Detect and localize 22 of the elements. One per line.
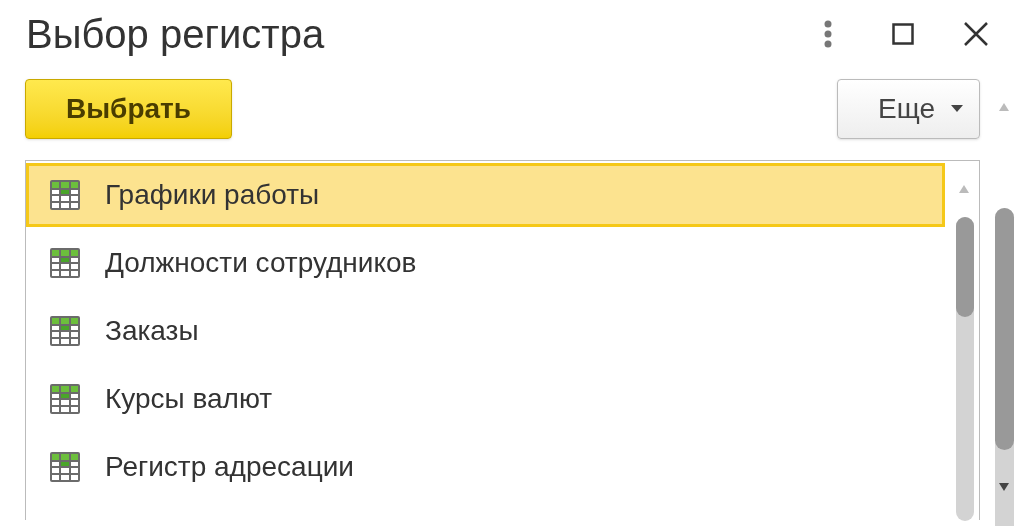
- list-item[interactable]: Заказы: [26, 299, 945, 363]
- more-options-icon[interactable]: [824, 19, 832, 48]
- list-item[interactable]: Курсы валют: [26, 367, 945, 431]
- table-icon: [49, 451, 81, 483]
- list-item[interactable]: Графики работы: [26, 163, 945, 227]
- close-icon[interactable]: [964, 21, 988, 46]
- more-button[interactable]: Еще: [837, 78, 980, 139]
- table-icon: [49, 247, 81, 279]
- list-item[interactable]: Должности сотрудников: [26, 231, 945, 295]
- select-button[interactable]: Выбрать: [25, 78, 232, 139]
- table-icon: [49, 179, 81, 211]
- caret-icon: [951, 105, 963, 112]
- item-label: Заказы: [105, 314, 199, 348]
- item-label: Графики работы: [105, 178, 320, 212]
- window-title: Выбор регистра: [26, 13, 326, 54]
- table-icon: [49, 383, 81, 415]
- table-icon: [49, 315, 81, 347]
- item-label: Должности сотрудников: [105, 246, 417, 280]
- maximize-icon[interactable]: [892, 22, 914, 45]
- item-label: Регистр адресации: [105, 450, 354, 484]
- item-label: Курсы валют: [105, 382, 273, 416]
- list-item[interactable]: Регистр адресации: [26, 435, 945, 499]
